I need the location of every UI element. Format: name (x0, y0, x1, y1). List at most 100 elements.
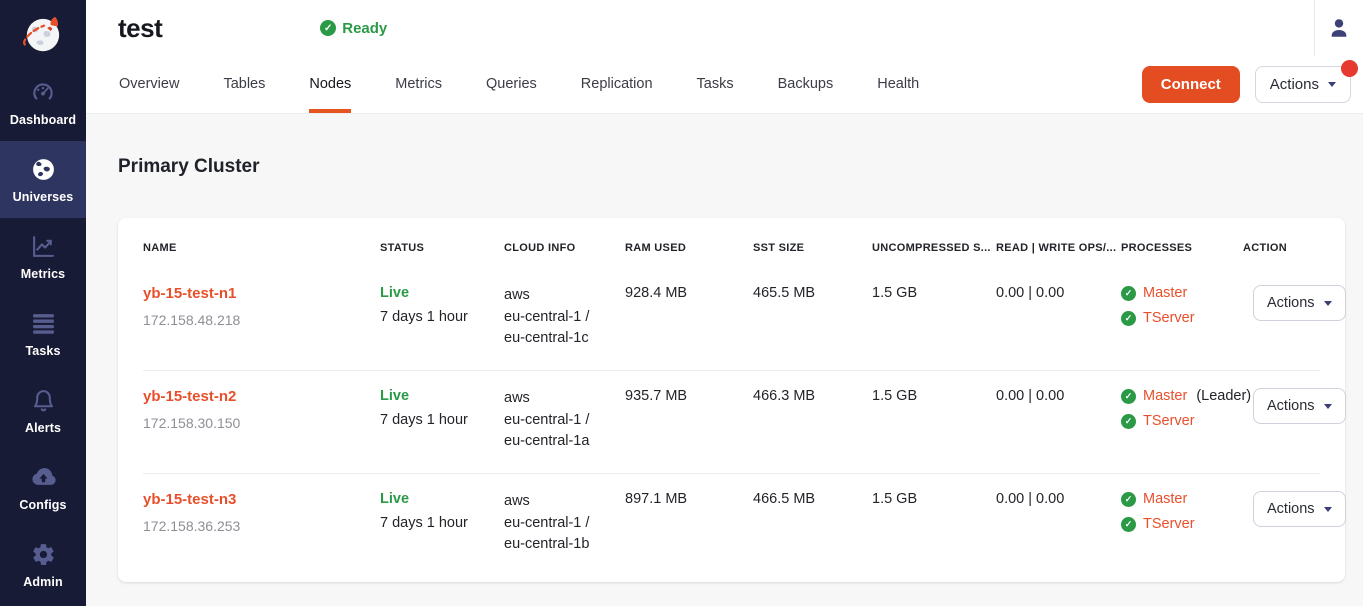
node-uptime: 7 days 1 hour (380, 309, 494, 325)
sidebar-item-admin[interactable]: Admin (0, 526, 86, 603)
planet-rocket-logo-icon (18, 9, 68, 59)
sidebar-item-label: Metrics (21, 267, 65, 281)
user-icon (1328, 17, 1350, 39)
ram-used-value: 897.1 MB (625, 491, 753, 555)
process-tserver: TServer (1121, 310, 1233, 326)
nodes-table-card: NAME STATUS CLOUD INFO RAM USED SST SIZE… (118, 218, 1345, 582)
tab-health[interactable]: Health (877, 56, 919, 113)
yugabyte-logo[interactable] (0, 0, 86, 64)
node-status: Live (380, 491, 494, 507)
node-uptime: 7 days 1 hour (380, 515, 494, 531)
gauge-icon (30, 79, 57, 106)
sidebar-item-universes[interactable]: Universes (0, 141, 86, 218)
cloud-region: eu-central-1 / eu-central-1b (504, 513, 606, 555)
sidebar-item-alerts[interactable]: Alerts (0, 372, 86, 449)
chevron-down-icon (1324, 404, 1332, 409)
check-circle-icon (320, 20, 336, 36)
bell-icon (30, 387, 57, 414)
process-master: Master (1121, 491, 1233, 507)
sidebar-item-label: Alerts (25, 421, 61, 435)
col-status: STATUS (380, 242, 504, 254)
read-write-ops-value: 0.00 | 0.00 (996, 285, 1121, 349)
universe-title: test (118, 13, 162, 44)
process-tserver: TServer (1121, 413, 1233, 429)
tab-replication[interactable]: Replication (581, 56, 653, 113)
tab-tables[interactable]: Tables (223, 56, 265, 113)
topbar-right (1314, 0, 1363, 56)
node-name-link[interactable]: yb-15-test-n3 (143, 491, 370, 508)
node-name-link[interactable]: yb-15-test-n2 (143, 388, 370, 405)
process-tserver: TServer (1121, 516, 1233, 532)
uncompressed-value: 1.5 GB (872, 491, 996, 555)
chevron-down-icon (1328, 82, 1336, 87)
col-name: NAME (143, 242, 380, 254)
table-row: yb-15-test-n1 172.158.48.218 Live 7 days… (143, 268, 1320, 370)
connect-button[interactable]: Connect (1142, 66, 1240, 103)
uncompressed-value: 1.5 GB (872, 388, 996, 452)
notification-dot (1341, 60, 1358, 77)
node-actions-button[interactable]: Actions (1253, 491, 1346, 527)
ready-status-label: Ready (342, 20, 387, 37)
sidebar-item-dashboard[interactable]: Dashboard (0, 64, 86, 141)
col-uncompressed: UNCOMPRESSED S... (872, 242, 996, 254)
check-circle-icon (1121, 517, 1136, 532)
uncompressed-value: 1.5 GB (872, 285, 996, 349)
tab-nodes[interactable]: Nodes (309, 56, 351, 113)
tab-metrics[interactable]: Metrics (395, 56, 442, 113)
table-row: yb-15-test-n3 172.158.36.253 Live 7 days… (143, 473, 1320, 576)
list-icon (30, 310, 57, 337)
processes-cell: Master (Leader) TServer (1121, 388, 1243, 452)
universe-tabbar: Overview Tables Nodes Metrics Queries Re… (86, 56, 1363, 114)
col-cloud-info: CLOUD INFO (504, 242, 625, 254)
process-master: Master (1121, 285, 1233, 301)
col-read-write-ops: READ | WRITE OPS/... (996, 242, 1121, 254)
processes-cell: Master TServer (1121, 285, 1243, 349)
cloud-provider: aws (504, 491, 606, 512)
sst-size-value: 466.5 MB (753, 491, 872, 555)
main-area: test Ready Overview Tables Nodes (86, 0, 1363, 606)
cloud-region: eu-central-1 / eu-central-1a (504, 410, 606, 452)
check-circle-icon (1121, 286, 1136, 301)
sidebar-item-tasks[interactable]: Tasks (0, 295, 86, 372)
process-master: Master (Leader) (1121, 388, 1233, 404)
cloud-region: eu-central-1 / eu-central-1c (504, 307, 606, 349)
node-actions-button[interactable]: Actions (1253, 285, 1346, 321)
gear-icon (30, 541, 57, 568)
tab-queries[interactable]: Queries (486, 56, 537, 113)
actions-button-label: Actions (1270, 76, 1319, 93)
sidebar-item-label: Universes (13, 190, 74, 204)
sst-size-value: 465.5 MB (753, 285, 872, 349)
chart-icon (30, 233, 57, 260)
user-profile-button[interactable] (1315, 17, 1363, 39)
content-area: Primary Cluster NAME STATUS CLOUD INFO R… (86, 114, 1363, 606)
universe-header: test Ready (86, 0, 1363, 56)
sidebar-item-label: Admin (23, 575, 62, 589)
tab-backups[interactable]: Backups (778, 56, 834, 113)
check-circle-icon (1121, 414, 1136, 429)
node-ip: 172.158.30.150 (143, 415, 370, 431)
sidebar-item-metrics[interactable]: Metrics (0, 218, 86, 295)
ready-status-badge: Ready (320, 20, 387, 37)
sidebar-item-label: Configs (19, 498, 66, 512)
node-status: Live (380, 285, 494, 301)
header-actions: Connect Actions (1142, 56, 1363, 113)
tab-tasks[interactable]: Tasks (697, 56, 734, 113)
section-title: Primary Cluster (118, 156, 1345, 178)
col-sst-size: SST SIZE (753, 242, 872, 254)
ram-used-value: 928.4 MB (625, 285, 753, 349)
read-write-ops-value: 0.00 | 0.00 (996, 388, 1121, 452)
globe-icon (30, 156, 57, 183)
check-circle-icon (1121, 389, 1136, 404)
cloud-provider: aws (504, 388, 606, 409)
node-actions-button[interactable]: Actions (1253, 388, 1346, 424)
sidebar-item-label: Dashboard (10, 113, 76, 127)
universe-actions-button[interactable]: Actions (1255, 66, 1351, 103)
sidebar-item-configs[interactable]: Configs (0, 449, 86, 526)
node-ip: 172.158.48.218 (143, 312, 370, 328)
tab-overview[interactable]: Overview (119, 56, 179, 113)
table-row: yb-15-test-n2 172.158.30.150 Live 7 days… (143, 370, 1320, 473)
col-processes: PROCESSES (1121, 242, 1243, 254)
table-header-row: NAME STATUS CLOUD INFO RAM USED SST SIZE… (143, 232, 1320, 268)
node-name-link[interactable]: yb-15-test-n1 (143, 285, 370, 302)
node-status: Live (380, 388, 494, 404)
